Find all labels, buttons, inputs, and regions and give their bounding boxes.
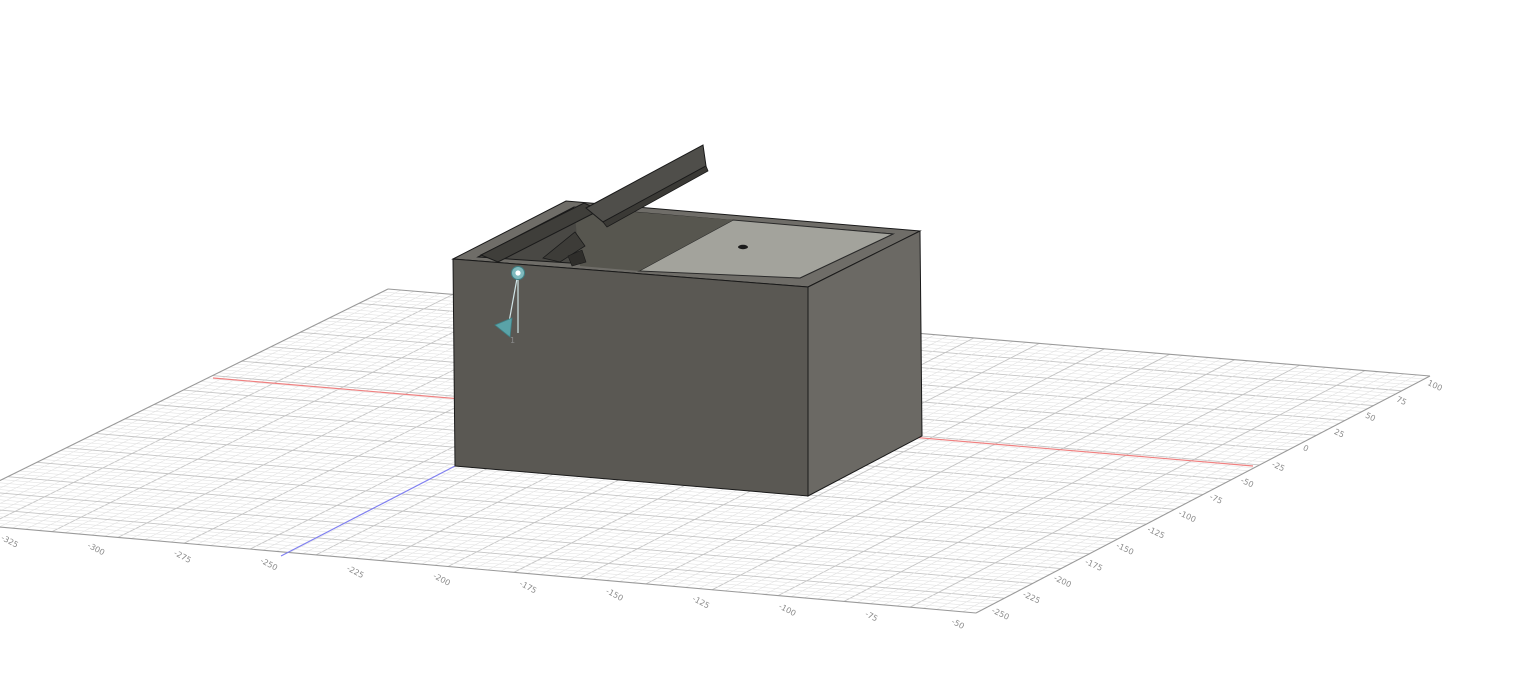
3d-viewport[interactable]: -250 -225 -200 -175 -150 -125 -100 -75 -50 -25 0 25… bbox=[0, 0, 1536, 674]
gizmo-handle-center bbox=[515, 270, 521, 276]
grid-line bbox=[0, 499, 1022, 590]
grid-line bbox=[0, 519, 988, 608]
grid-tick-label: -100 bbox=[1177, 508, 1197, 524]
grid-tick-label: -175 bbox=[518, 579, 538, 595]
grid-tick-label: -225 bbox=[345, 564, 365, 580]
grid-tick-label: 50 bbox=[1364, 411, 1377, 423]
grid-tick-label: -300 bbox=[86, 541, 106, 557]
gizmo-value-label: 1 bbox=[510, 336, 515, 345]
platform-hole bbox=[738, 244, 748, 250]
box-model[interactable] bbox=[451, 144, 923, 497]
grid-tick-label: -225 bbox=[1021, 590, 1041, 606]
grid-tick-label: -125 bbox=[691, 594, 711, 610]
box-front-face[interactable] bbox=[452, 258, 809, 497]
grid-tick-label: -75 bbox=[1208, 492, 1224, 506]
grid-tick-label: 100 bbox=[1426, 378, 1444, 393]
grid-tick-label: -200 bbox=[1052, 573, 1072, 589]
grid-tick-label: -325 bbox=[0, 533, 20, 549]
grid-tick-label: -100 bbox=[777, 602, 797, 618]
grid-tick-label: -50 bbox=[950, 617, 966, 631]
grid-tick-label: -25 bbox=[1270, 460, 1286, 474]
grid-tick-label: -250 bbox=[990, 606, 1010, 622]
grid-tick-label: -150 bbox=[1115, 541, 1135, 557]
grid-tick-label: -75 bbox=[864, 609, 880, 623]
grid-tick-label: -125 bbox=[1146, 525, 1166, 541]
grid-tick-label: -175 bbox=[1084, 557, 1104, 573]
grid-tick-label: -50 bbox=[1239, 476, 1255, 490]
grid-tick-label: 25 bbox=[1333, 427, 1346, 439]
scene-canvas[interactable]: -250-225-200-175-150-125-100-75-50-25025… bbox=[0, 0, 1536, 674]
grid-tick-label: -150 bbox=[604, 587, 624, 603]
grid-tick-label: -200 bbox=[432, 571, 452, 587]
grid-tick-label: -275 bbox=[172, 549, 192, 565]
grid-tick-label: 0 bbox=[1302, 443, 1310, 453]
grid-tick-label: -250 bbox=[259, 556, 279, 572]
grid-tick-label: 75 bbox=[1395, 395, 1408, 407]
